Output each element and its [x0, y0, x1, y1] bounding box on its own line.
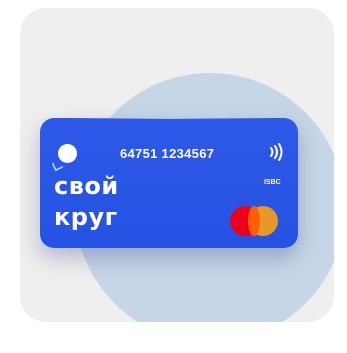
contactless-icon: [270, 143, 283, 161]
bank-card: 64751 1234567 свой круг ISBC: [40, 118, 298, 248]
brand-name-line-1: свой: [54, 172, 119, 200]
bank-label: ISBC: [264, 179, 281, 186]
logo-dot-icon: [58, 144, 77, 163]
card-number: 64751 1234567: [120, 146, 215, 161]
illustration-frame: 64751 1234567 свой круг ISBC: [20, 8, 334, 322]
mastercard-logo-icon: [230, 206, 280, 236]
mastercard-overlap: [248, 206, 260, 236]
brand-name-line-2: круг: [54, 203, 118, 231]
